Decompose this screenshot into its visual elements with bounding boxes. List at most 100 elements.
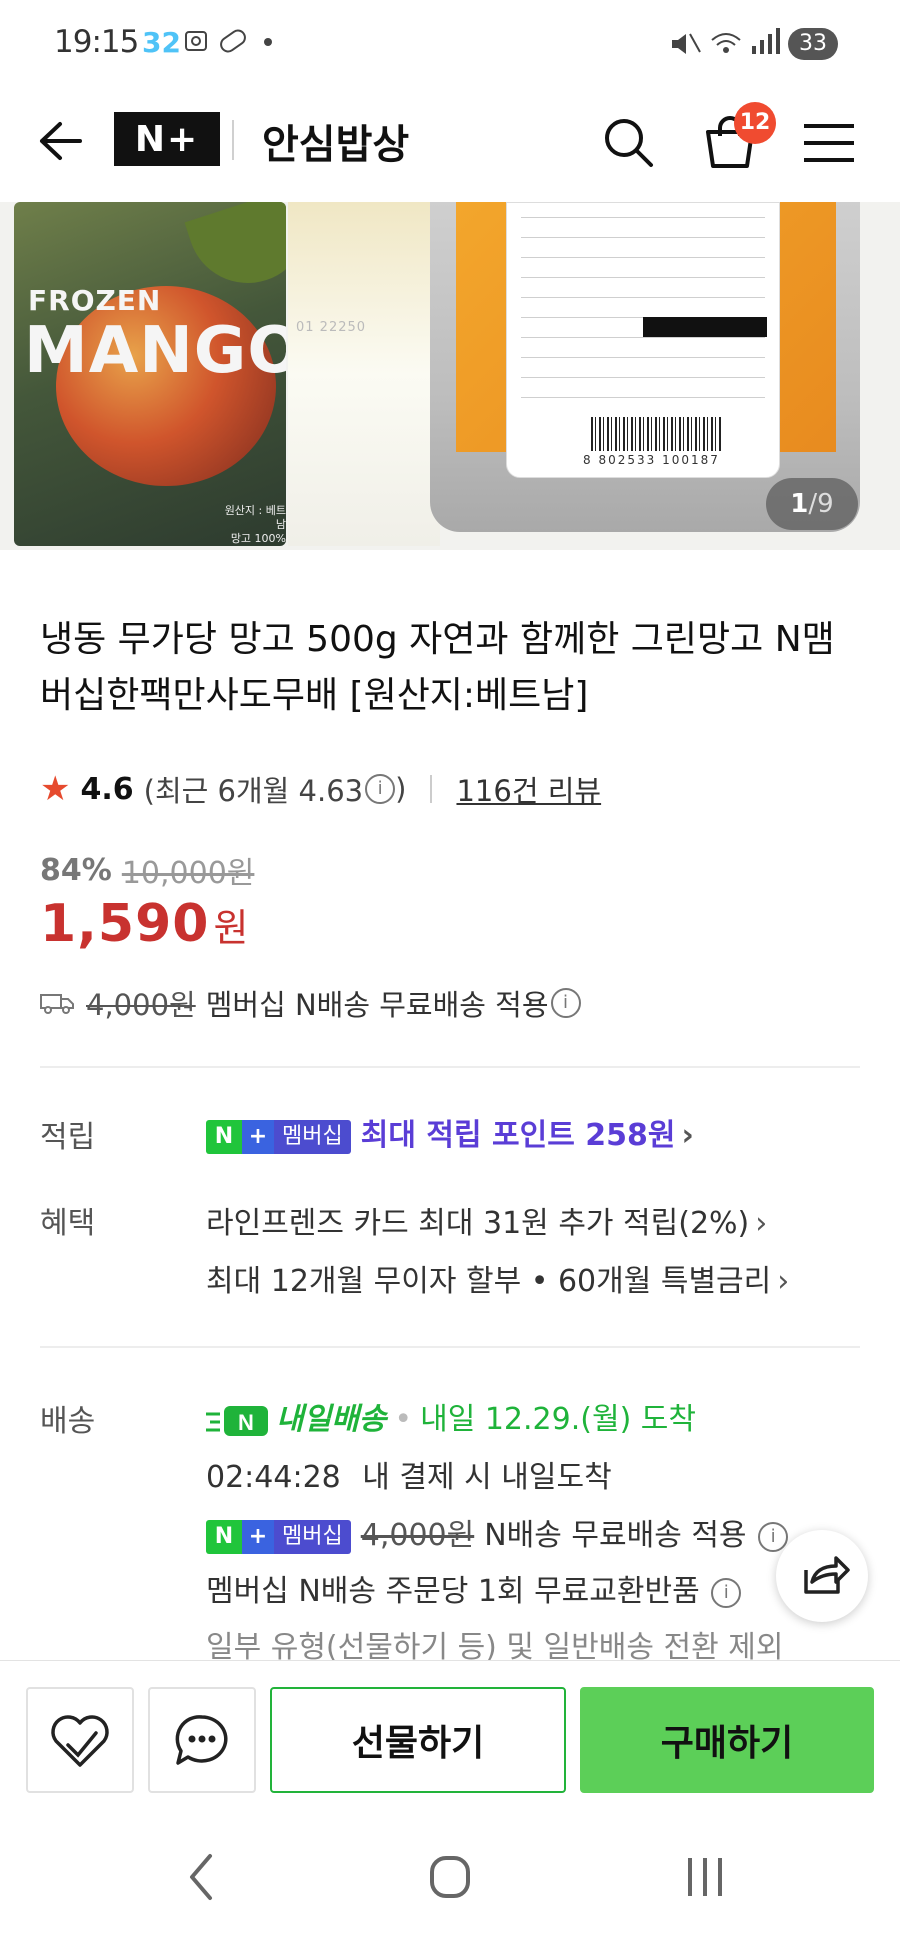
product-title: 냉동 무가당 망고 500g 자연과 함께한 그린망고 N맴버십한팩만사도무배 …: [40, 619, 835, 716]
barcode-graphic: [591, 417, 721, 451]
max-points-text: 최대 적립 포인트 258원: [360, 1118, 676, 1153]
svg-text:N: N: [238, 1410, 254, 1435]
review-count-link[interactable]: 116건 리뷰: [456, 768, 601, 810]
discount-row: 84% 10,000원: [40, 848, 254, 892]
cart-count-badge: 12: [734, 102, 776, 144]
price-unit: 원: [213, 906, 249, 950]
purchase-action-bar: 선물하기 구매하기: [0, 1660, 900, 1805]
badge-n: N: [206, 1519, 242, 1554]
membership-badge: N + 멤버십: [206, 1519, 351, 1554]
content-line: 망고 100%: [230, 532, 286, 545]
delivery-dot: •: [394, 1402, 413, 1437]
membership-badge: N + 멤버십: [206, 1119, 351, 1154]
recent-rating-close: ): [395, 772, 407, 806]
product-image-bag: FROZEN MANGO 원산지 : 베트남 망고 100%: [14, 202, 286, 546]
info-icon[interactable]: i: [711, 1577, 742, 1608]
leaf-graphic: [184, 202, 286, 299]
n-shipping-text: N배송 무료배송 적용: [484, 1518, 747, 1553]
badge-n: N: [206, 1119, 242, 1154]
talk-button[interactable]: [148, 1687, 256, 1793]
product-image-slice: 01 22250: [288, 202, 440, 546]
rating-value: 4.6: [80, 771, 134, 807]
info-icon[interactable]: i: [365, 774, 396, 804]
sale-price: 1,590: [40, 894, 210, 954]
chevron-right-icon: ›: [777, 1264, 790, 1299]
benefits-label: 혜택: [40, 1206, 96, 1241]
store-name[interactable]: 안심밥상: [262, 112, 409, 170]
signal-wifi-mute-icons: [672, 28, 780, 54]
section-divider: [40, 1346, 860, 1348]
nutrition-label: 8 802533 100187: [506, 202, 780, 478]
badge-plus: +: [242, 1119, 274, 1154]
star-icon: ★: [40, 769, 71, 809]
delivery-arrival-row: N 내일배송 • 내일 12.29.(월) 도착: [206, 1394, 696, 1438]
recent-rating: (최근 6개월 4.63: [143, 774, 364, 808]
discount-rate: 84%: [40, 852, 112, 888]
nav-back-icon[interactable]: [182, 1850, 222, 1904]
logo-divider: [232, 120, 234, 160]
exchange-row: 멤버십 N배송 주문당 1회 무료교환반품 i: [206, 1566, 742, 1610]
search-icon[interactable]: [600, 114, 656, 170]
battery-indicator: 33: [788, 28, 838, 60]
origin-label: 원산지 : 베트남 망고 100%: [224, 504, 286, 546]
benefit-installment-text: 최대 12개월 무이자 할부 • 60개월 특별금리: [206, 1264, 772, 1299]
nav-recents-icon[interactable]: [680, 1850, 730, 1904]
chevron-right-icon: ›: [681, 1118, 694, 1153]
section-divider: [40, 1066, 860, 1068]
arrival-date: 내일 12.29.(월) 도착: [420, 1402, 697, 1437]
naver-plus-logo[interactable]: N+: [114, 112, 220, 166]
share-icon: [804, 1556, 850, 1594]
status-time: 19:15: [54, 24, 139, 60]
points-label: 적립: [40, 1120, 96, 1155]
points-row[interactable]: N + 멤버십 최대 적립 포인트 258원 ›: [206, 1110, 694, 1154]
info-icon[interactable]: i: [550, 988, 581, 1018]
original-price: 10,000원: [121, 856, 255, 891]
countdown-timer: 02:44:28: [206, 1460, 341, 1495]
barcode-number: 8 802533 100187: [583, 453, 720, 467]
status-system-icons: [668, 26, 788, 67]
truck-icon: [40, 994, 74, 1014]
chat-bubble-icon: [175, 1715, 228, 1765]
page-separator: /: [808, 489, 818, 519]
price-row: 1,590 원: [40, 894, 248, 954]
app-header: N+ 안심밥상 12: [0, 90, 900, 203]
badge-membership: 멤버십: [274, 1119, 351, 1154]
origin-line: 원산지 : 베트남: [224, 504, 286, 531]
badge-membership: 멤버십: [274, 1519, 351, 1554]
benefit-card-text: 라인프렌즈 카드 최대 31원 추가 적립(2%): [206, 1206, 750, 1241]
shipping-text: 멤버십 N배송 무료배송 적용: [205, 988, 549, 1022]
notification-count: 32: [142, 26, 181, 59]
page-total: 9: [817, 489, 834, 519]
exchange-text: 멤버십 N배송 주문당 1회 무료교환반품: [206, 1574, 700, 1609]
page-current: 1: [790, 489, 809, 519]
product-image-gallery[interactable]: FROZEN MANGO 원산지 : 베트남 망고 100% 01 22250 …: [0, 202, 900, 550]
shipping-row: 4,000원 멤버십 N배송 무료배송 적용 i: [40, 982, 581, 1024]
share-button[interactable]: [776, 1530, 868, 1622]
heart-icon: [51, 1715, 109, 1767]
buy-button[interactable]: 구매하기: [580, 1687, 874, 1793]
delivery-label: 배송: [40, 1404, 96, 1439]
tomorrow-delivery-tag: 내일배송: [276, 1402, 387, 1437]
system-navigation-bar: [0, 1804, 900, 1950]
wishlist-button[interactable]: [26, 1687, 134, 1793]
hamburger-menu-icon[interactable]: [802, 118, 856, 168]
rating-row: ★ 4.6 (최근 6개월 4.63 i ) 116건 리뷰: [40, 768, 601, 810]
gallery-page-indicator: 1/9: [766, 478, 858, 530]
badge-plus: +: [242, 1519, 274, 1554]
chevron-right-icon: ›: [755, 1206, 768, 1241]
mango-text: MANGO: [24, 314, 286, 388]
gift-button[interactable]: 선물하기: [270, 1687, 566, 1793]
frozen-text: FROZEN: [28, 284, 162, 317]
benefit-installment-row[interactable]: 최대 12개월 무이자 할부 • 60개월 특별금리 ›: [206, 1256, 789, 1300]
countdown-row: 02:44:28 내 결제 시 내일도착: [206, 1452, 612, 1496]
nav-home-icon[interactable]: [426, 1850, 474, 1904]
shipping-original-fee: 4,000원: [86, 988, 196, 1022]
package-code-text: 01 22250: [296, 320, 367, 335]
benefit-card-row[interactable]: 라인프렌즈 카드 최대 31원 추가 적립(2%) ›: [206, 1198, 767, 1242]
countdown-text: 내 결제 시 내일도착: [362, 1460, 612, 1495]
back-arrow-icon[interactable]: [34, 116, 84, 166]
status-bar: 19:15 32 33: [0, 0, 900, 90]
membership-shipping-row: N + 멤버십 4,000원 N배송 무료배송 적용 i: [206, 1510, 789, 1554]
fast-delivery-icon: N: [206, 1405, 268, 1436]
app-notification-icons: [185, 29, 272, 53]
